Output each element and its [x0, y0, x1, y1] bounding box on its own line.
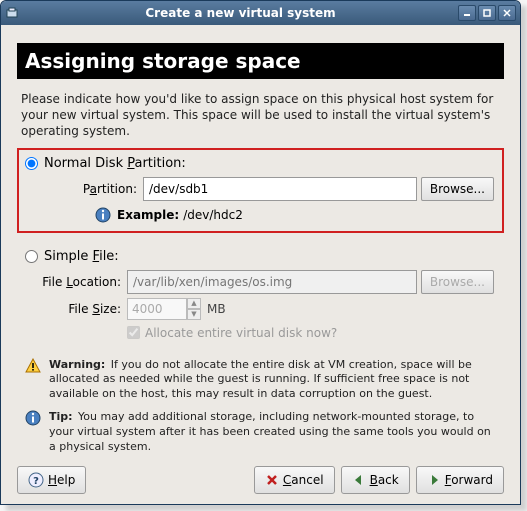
- partition-field-label: Partition:: [45, 182, 143, 196]
- stepper-down: ▼: [187, 309, 201, 320]
- page-heading: Assigning storage space: [17, 43, 504, 79]
- allocate-row: Allocate entire virtual disk now?: [127, 326, 494, 340]
- partition-radio-label: Normal Disk Partition:: [44, 156, 186, 171]
- intro-text: Please indicate how you'd like to assign…: [21, 91, 500, 140]
- partition-example: Example: /dev/hdc2: [95, 207, 494, 223]
- partition-radio[interactable]: [25, 157, 38, 170]
- file-radio[interactable]: [25, 250, 38, 263]
- file-size-unit: MB: [207, 302, 226, 316]
- help-button[interactable]: ? Help: [17, 466, 86, 494]
- file-option-block: Simple File: File Location: Browse... Fi…: [17, 241, 504, 342]
- file-browse-button: Browse...: [421, 270, 494, 294]
- svg-text:?: ?: [33, 476, 39, 487]
- file-location-label: File Location:: [29, 275, 127, 289]
- partition-option-block: Normal Disk Partition: Partition: Browse…: [17, 148, 504, 233]
- window-title: Create a new virtual system: [25, 6, 456, 20]
- file-radio-label: Simple File:: [44, 249, 119, 264]
- file-location-input: [127, 270, 417, 294]
- titlebar: Create a new virtual system: [1, 1, 520, 25]
- warning-icon: [25, 358, 43, 376]
- cancel-button[interactable]: Cancel: [254, 466, 335, 494]
- warning-note: Warning: If you do not allocate the enti…: [25, 358, 500, 403]
- file-radio-row[interactable]: Simple File:: [25, 249, 494, 264]
- partition-browse-button[interactable]: Browse...: [421, 177, 494, 201]
- file-size-input: [127, 298, 187, 320]
- back-button[interactable]: Back: [341, 466, 410, 494]
- info-icon: [95, 207, 111, 223]
- footer: ? Help Cancel Back Forward: [17, 458, 504, 494]
- partition-input[interactable]: [143, 177, 417, 201]
- stepper-up: ▲: [187, 298, 201, 309]
- close-button[interactable]: [498, 5, 516, 21]
- allocate-checkbox: [127, 326, 140, 339]
- app-icon: [5, 6, 19, 20]
- file-size-stepper: ▲ ▼: [187, 298, 201, 320]
- minimize-button[interactable]: [458, 5, 476, 21]
- allocate-label: Allocate entire virtual disk now?: [145, 326, 337, 340]
- info-icon: [25, 410, 43, 428]
- partition-radio-row[interactable]: Normal Disk Partition:: [25, 156, 494, 171]
- maximize-button[interactable]: [478, 5, 496, 21]
- file-size-label: File Size:: [29, 302, 127, 316]
- tip-note: Tip: You may add additional storage, inc…: [25, 410, 500, 455]
- forward-button[interactable]: Forward: [416, 466, 504, 494]
